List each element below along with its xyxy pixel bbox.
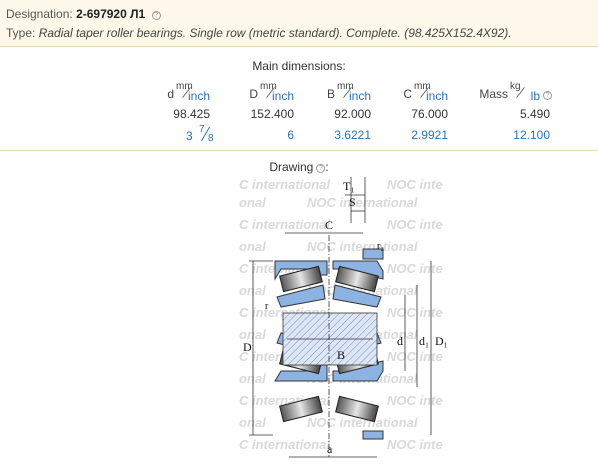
- column-name: d: [167, 87, 174, 101]
- type-label: Type:: [6, 26, 36, 40]
- column-name: Mass: [479, 87, 508, 101]
- svg-text:onal: onal: [239, 283, 266, 298]
- info-icon[interactable]: ?: [543, 91, 552, 100]
- label-C: C: [325, 218, 333, 232]
- svg-text:onal: onal: [239, 239, 266, 254]
- imperial-value-C: 2.9921: [411, 128, 448, 142]
- type-row: Type: Radial taper roller bearings. Sing…: [6, 26, 512, 40]
- fraction-numerator: 7: [199, 124, 205, 135]
- svg-text:onal: onal: [239, 415, 266, 430]
- svg-text:onal: onal: [239, 195, 266, 210]
- svg-text:NOC inte: NOC inte: [387, 349, 443, 364]
- imperial-value-D: 6: [287, 128, 294, 142]
- label-S: S: [349, 195, 356, 209]
- bearing-drawing: C international NOC inte onal NOC interna…: [239, 177, 448, 458]
- metric-value-D: 152.400: [250, 107, 294, 121]
- label-r2: r₂: [377, 241, 384, 252]
- metric-value-d: 98.425: [173, 107, 210, 121]
- label-d1: d₁: [419, 334, 429, 348]
- divider: [0, 46, 598, 47]
- drawing-title: Drawing?:: [269, 160, 329, 174]
- svg-text:NOC inte: NOC inte: [387, 437, 443, 452]
- designation-row: Designation: 2-697920 Л1 ?: [6, 7, 161, 21]
- unit-bottom[interactable]: inch: [349, 89, 371, 103]
- svg-text:C international: C international: [239, 217, 330, 232]
- metric-value-mass: 5.490: [519, 107, 550, 121]
- unit-bottom[interactable]: lb: [531, 89, 540, 103]
- divider: [0, 150, 598, 151]
- column-name: C: [403, 87, 412, 101]
- column-header-B: Bmm inch: [305, 81, 371, 104]
- svg-text:onal: onal: [239, 371, 266, 386]
- metric-value-C: 76.000: [411, 107, 448, 121]
- imperial-fraction: 78: [196, 124, 216, 144]
- svg-text:NOC inte: NOC inte: [387, 177, 443, 192]
- column-header-mass: Mass kg lb?: [470, 81, 552, 104]
- imperial-value-d: 3 78: [150, 124, 216, 144]
- type-value: Radial taper roller bearings. Single row…: [38, 26, 512, 40]
- label-D1: D₁: [435, 334, 448, 348]
- column-header-C: Cmm inch: [380, 81, 448, 104]
- label-B: B: [337, 348, 345, 362]
- main-dimensions-title: Main dimensions:: [252, 59, 346, 73]
- info-icon[interactable]: ?: [316, 164, 326, 173]
- svg-text:NOC inte: NOC inte: [387, 217, 443, 232]
- designation-value: 2-697920 Л1: [76, 7, 146, 21]
- column-name: B: [326, 87, 335, 101]
- unit-bottom[interactable]: inch: [272, 89, 294, 103]
- column-header-D: Dmm inch: [228, 81, 294, 104]
- metric-value-B: 92.000: [334, 107, 371, 121]
- unit-bottom[interactable]: inch: [426, 89, 448, 103]
- imperial-value-mass: 12.100: [513, 128, 550, 142]
- svg-text:NOC inte: NOC inte: [387, 305, 443, 320]
- unit-bottom[interactable]: inch: [188, 89, 210, 103]
- svg-text:NOC inte: NOC inte: [387, 261, 443, 276]
- imperial-whole: 3: [185, 129, 193, 143]
- svg-text:NOC international: NOC international: [307, 195, 418, 210]
- label-T1: T₁: [343, 179, 355, 193]
- imperial-value-B: 3.6221: [334, 128, 371, 142]
- drawing-title-text: Drawing: [269, 160, 314, 174]
- svg-text:NOC international: NOC international: [307, 239, 418, 254]
- label-D: D: [243, 340, 252, 354]
- svg-text:C international: C international: [239, 437, 330, 452]
- info-icon[interactable]: ?: [151, 11, 161, 20]
- svg-text:C international: C international: [239, 177, 330, 192]
- svg-text:NOC inte: NOC inte: [387, 393, 443, 408]
- label-a: a: [327, 442, 333, 456]
- column-header-d: d mm inch: [150, 81, 210, 104]
- unit-top: kg: [510, 81, 521, 92]
- label-d: d: [397, 334, 403, 348]
- column-name: D: [249, 87, 258, 101]
- fraction-denominator: 8: [208, 133, 214, 144]
- designation-label: Designation:: [6, 7, 73, 21]
